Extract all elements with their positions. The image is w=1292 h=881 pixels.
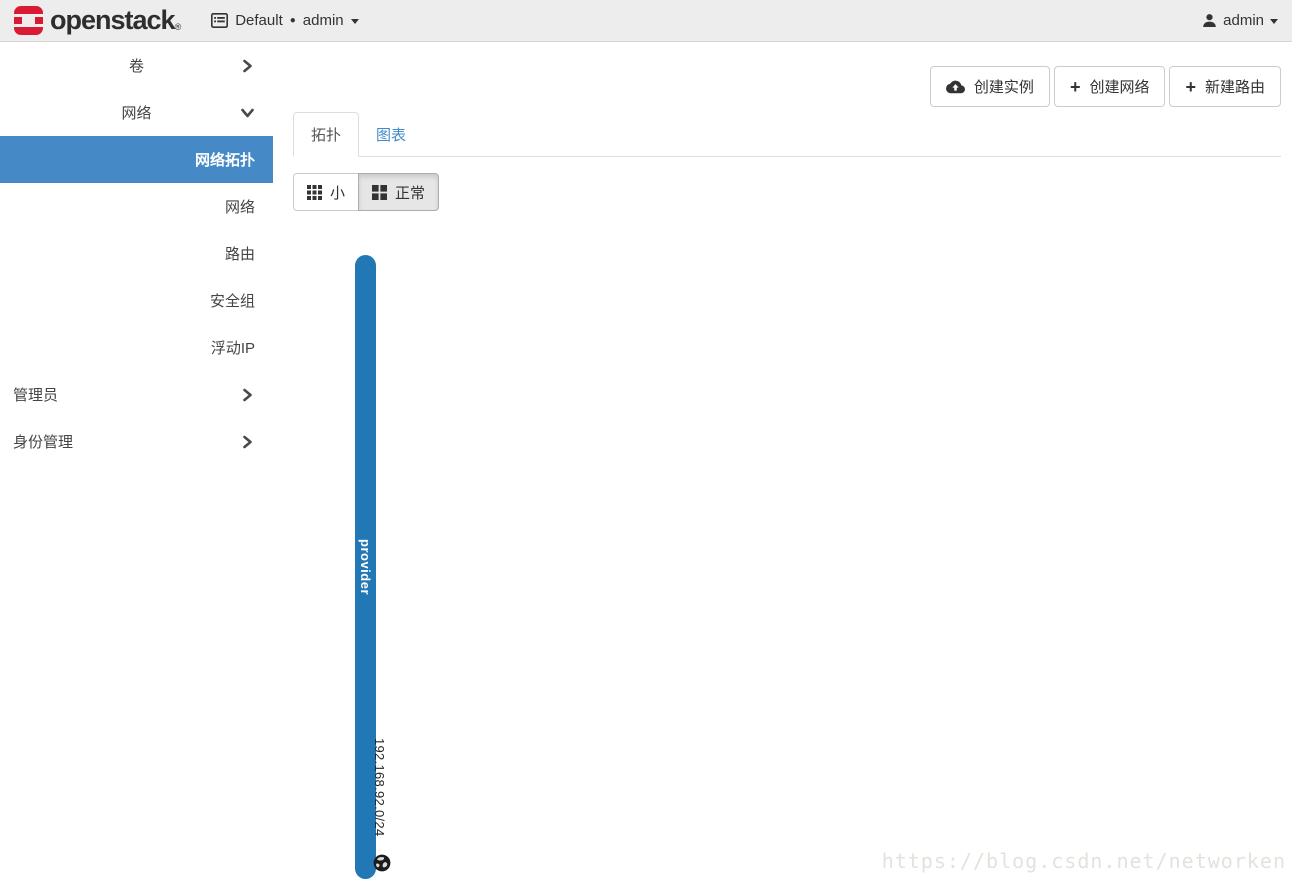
sidebar-item-volumes[interactable]: 卷 [0,42,273,89]
launch-instance-label: 创建实例 [974,76,1034,97]
sidebar-item-label: 浮动IP [211,337,255,358]
openstack-brand-link[interactable]: openstack ® [14,5,181,36]
view-tabs: 拓扑 图表 [293,113,1281,157]
normal-view-label: 正常 [395,182,425,203]
tab-topology[interactable]: 拓扑 [293,112,359,157]
user-menu-dropdown[interactable]: admin [1202,12,1278,29]
create-router-label: 新建路由 [1205,76,1265,97]
grid-3x3-icon [307,185,322,200]
brand-reg-mark: ® [175,22,182,32]
chevron-down-icon [240,107,255,118]
grid-2x2-icon [372,185,387,200]
sidebar-nav: 卷 网络 网络拓扑 网络 路由 安全组 浮动IP 管理员 身份管理 [0,42,273,465]
small-view-label: 小 [330,182,345,203]
sidebar-item-security-groups[interactable]: 安全组 [0,277,273,324]
domain-project-switcher[interactable]: Default ● admin [211,12,358,29]
action-buttons: 创建实例 + 创建网络 + 新建路由 [930,66,1281,107]
topbar: openstack ® Default ● admin admin [0,0,1292,42]
context-project: admin [303,12,344,29]
sidebar-item-identity[interactable]: 身份管理 [0,418,273,465]
sidebar-item-label: 卷 [129,55,144,76]
sidebar-item-label: 网络拓扑 [195,149,255,170]
sidebar-item-networks[interactable]: 网络 [0,183,273,230]
sidebar-item-label: 管理员 [13,384,58,405]
sidebar-item-label: 网络 [121,102,151,123]
create-network-label: 创建网络 [1089,76,1149,97]
cloud-upload-icon [946,79,965,94]
context-domain: Default [235,12,283,29]
sidebar-item-admin[interactable]: 管理员 [0,371,273,418]
sidebar-item-routers[interactable]: 路由 [0,230,273,277]
launch-instance-button[interactable]: 创建实例 [930,66,1050,107]
normal-view-button[interactable]: 正常 [358,173,439,211]
chevron-right-icon [242,434,253,449]
subnet-cidr-label: 192.168.92.0/24 [372,738,387,836]
openstack-logo-icon [14,6,43,35]
plus-icon: + [1070,78,1081,96]
context-separator-bullet: ● [290,16,296,26]
user-name: admin [1223,12,1264,29]
plus-icon: + [1185,78,1196,96]
sidebar-item-label: 网络 [225,196,255,217]
external-network-globe-icon [373,854,391,877]
sidebar-item-label: 身份管理 [13,431,73,452]
user-icon [1202,13,1217,28]
sidebar-item-network-group[interactable]: 网络 [0,89,273,136]
sidebar-item-floating-ips[interactable]: 浮动IP [0,324,273,371]
sidebar-item-network-topology[interactable]: 网络拓扑 [0,136,273,183]
chevron-right-icon [242,387,253,402]
chevron-right-icon [242,58,253,73]
brand-wordmark: openstack [50,5,175,36]
main-content: 创建实例 + 创建网络 + 新建路由 拓扑 图表 小 [273,42,1292,881]
sidebar-item-label: 路由 [225,243,255,264]
topology-size-toggle: 小 正常 [293,173,439,211]
small-view-button[interactable]: 小 [293,173,359,211]
create-network-button[interactable]: + 创建网络 [1054,66,1166,107]
caret-down-icon [1270,19,1278,24]
caret-down-icon [351,19,359,24]
tab-graph[interactable]: 图表 [359,113,423,156]
sidebar-item-label: 安全组 [210,290,255,311]
list-icon [211,13,228,28]
create-router-button[interactable]: + 新建路由 [1169,66,1281,107]
